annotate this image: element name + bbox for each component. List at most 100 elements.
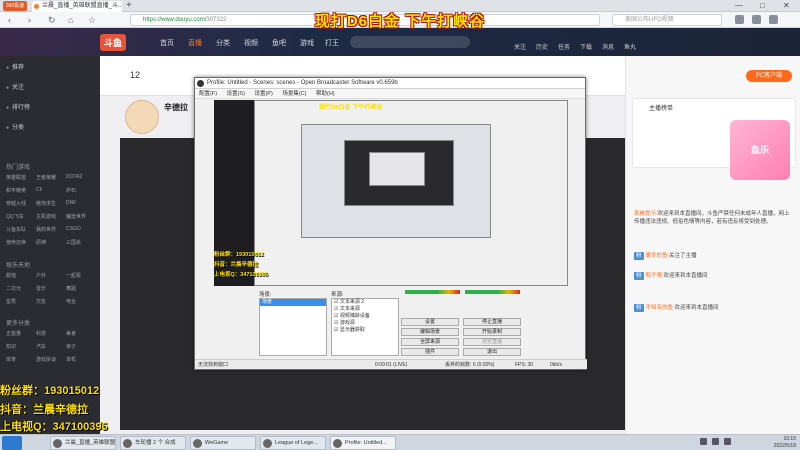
taskbar-app-browser[interactable]: 兰晨_直播_英雄联盟... (50, 436, 116, 450)
tray-network-icon[interactable] (700, 438, 707, 445)
taskbar-app-wegame[interactable]: WeGame (190, 436, 256, 450)
sidebar-ent-link[interactable]: 颜值 (6, 272, 36, 279)
task-icon[interactable]: 任务 (554, 42, 574, 51)
anchor-avatar[interactable] (125, 100, 159, 134)
fishball-icon[interactable]: 鱼丸 (620, 42, 640, 51)
sidebar-game-link[interactable]: 斗鱼车队 (6, 226, 36, 233)
sidebar-item-recommend[interactable]: 推荐 (6, 62, 24, 71)
history-icon[interactable]: 历史 (532, 42, 552, 51)
sidebar-ent-link[interactable]: 音乐 (36, 285, 66, 292)
sidebar-game-link[interactable]: 绝地求生 (36, 200, 66, 207)
url-input[interactable]: https://www.douyu.com/307322 (130, 14, 600, 26)
maximize-button[interactable]: □ (760, 0, 765, 12)
obs-edit-scene-button[interactable]: 编辑场景 (401, 328, 459, 336)
message-icon[interactable]: 消息 (598, 42, 618, 51)
sidebar-ent-link[interactable]: 一起看 (66, 272, 96, 279)
sidebar-game-link[interactable]: 使命召唤 (6, 239, 36, 246)
browser-tab[interactable]: 兰晨_直播_英雄联盟直播_斗... (32, 1, 122, 12)
source-item[interactable]: 视频捕获设备 (332, 313, 398, 320)
obs-settings-button[interactable]: 设置 (401, 318, 459, 326)
refresh-button[interactable]: ↻ (48, 14, 56, 26)
sidebar-item-follow[interactable]: 关注 (6, 82, 24, 91)
close-window-button[interactable]: ✕ (783, 0, 790, 12)
pc-client-button[interactable]: PC客户端 (746, 70, 792, 82)
scene-item[interactable]: 场景 (260, 299, 326, 306)
sidebar-game-link[interactable]: 穿越火线 (6, 200, 36, 207)
sidebar-game-link[interactable]: 英雄联盟 (6, 174, 36, 181)
obs-plugins-button[interactable]: 插件 (401, 348, 459, 356)
sidebar-ent-link[interactable]: 舞蹈 (66, 285, 96, 292)
sidebar-item-category[interactable]: 分类 (6, 122, 24, 131)
obs-start-record-button[interactable]: 开始录制 (463, 328, 521, 336)
browser-search-input[interactable]: 美国公布UFO视频 (612, 14, 722, 26)
sidebar-ent-link[interactable]: 交友 (36, 298, 66, 305)
taskbar-app-lol[interactable]: League of Lege... (260, 436, 326, 450)
taskbar-app-obs[interactable]: Profile: Untitled... (330, 436, 396, 450)
obs-preview-stream-button[interactable]: 预览直播 (463, 338, 521, 346)
download-icon[interactable]: 下载 (576, 42, 596, 51)
sources-list[interactable]: 文本来源 2 文本来源 视频捕获设备 游戏源 显示器获取 (331, 298, 399, 356)
follow-icon[interactable]: 关注 (510, 42, 530, 51)
menu-icon[interactable] (769, 15, 778, 24)
douyu-logo[interactable]: 斗鱼 (100, 34, 127, 51)
tray-clock[interactable]: 10:15 2022/5/18 (756, 436, 796, 450)
user-icon[interactable] (752, 15, 761, 24)
sidebar-more-link[interactable]: 游戏杂谈 (36, 356, 66, 363)
sidebar-ent-link[interactable]: 电台 (66, 298, 96, 305)
nav-yuba[interactable]: 鱼吧 (272, 38, 286, 48)
source-item[interactable]: 文本来源 (332, 306, 398, 313)
sidebar-game-link[interactable]: 和平精英 (6, 187, 36, 194)
sidebar-game-link[interactable]: 我的世界 (36, 226, 66, 233)
sidebar-more-link[interactable]: 单机 (66, 356, 96, 363)
bookmark-star-button[interactable]: ☆ (88, 14, 96, 26)
chat-username[interactable]: 系统提示: (634, 211, 658, 217)
nav-video[interactable]: 视频 (244, 38, 258, 48)
obs-exit-button[interactable]: 退出 (463, 348, 521, 356)
sidebar-more-link[interactable]: 科技 (36, 330, 66, 337)
tray-ime-icon[interactable] (724, 438, 731, 445)
sidebar-game-link[interactable]: 原神 (36, 239, 66, 246)
nav-category[interactable]: 分类 (216, 38, 230, 48)
tray-volume-icon[interactable] (712, 438, 719, 445)
sidebar-ent-link[interactable]: 星秀 (6, 298, 36, 305)
obs-menu-config[interactable]: 设置(P) (254, 91, 272, 97)
sidebar-more-link[interactable]: 亲子 (66, 343, 96, 350)
sidebar-game-link[interactable]: CF (36, 187, 66, 194)
sidebar-game-link[interactable]: 三国杀 (66, 239, 96, 246)
nav-king[interactable]: 打王 (325, 38, 339, 48)
taskbar-app-video[interactable]: 车轮播 2 个 合成 (120, 436, 186, 450)
sidebar-game-link[interactable]: DNF (66, 200, 96, 207)
home-button[interactable]: ⌂ (68, 14, 73, 26)
sidebar-more-link[interactable]: 美食 (66, 330, 96, 337)
sidebar-more-link[interactable]: 知识 (6, 343, 36, 350)
obs-menu-help[interactable]: 帮助(H) (316, 91, 335, 97)
nav-game[interactable]: 游戏 (300, 38, 314, 48)
sidebar-game-link[interactable]: 炉石 (66, 187, 96, 194)
sidebar-game-link[interactable]: 主机游戏 (36, 213, 66, 220)
source-item[interactable]: 文本来源 2 (332, 299, 398, 306)
sidebar-game-link[interactable]: 魔兽世界 (66, 213, 96, 220)
nav-live[interactable]: 直播 (188, 38, 202, 48)
chat-username[interactable]: 不知名的鱼: (646, 305, 675, 311)
chat-username[interactable]: 鸭子哥: (646, 273, 664, 279)
browser-logo[interactable]: 360极速 (3, 1, 27, 11)
minimize-button[interactable]: — (735, 0, 743, 12)
sidebar-item-rank[interactable]: 排行榜 (6, 102, 30, 111)
nav-home[interactable]: 首页 (160, 38, 174, 48)
sidebar-ent-link[interactable]: 二次元 (6, 285, 36, 292)
obs-menu-scenes[interactable]: 场景集(C) (282, 91, 306, 97)
start-icon[interactable] (2, 436, 22, 450)
header-search-input[interactable] (350, 36, 470, 48)
obs-menu-settings[interactable]: 设置(S) (227, 91, 245, 97)
sidebar-game-link[interactable]: QQ飞车 (6, 213, 36, 220)
back-button[interactable]: ‹ (8, 14, 11, 26)
anchor-name[interactable]: 辛德拉 (164, 102, 188, 113)
source-item[interactable]: 显示器获取 (332, 327, 398, 334)
source-item[interactable]: 游戏源 (332, 320, 398, 327)
sidebar-ent-link[interactable]: 户外 (36, 272, 66, 279)
sidebar-more-link[interactable]: 汽车 (36, 343, 66, 350)
sidebar-game-link[interactable]: 王者荣耀 (36, 174, 66, 181)
extension-icon[interactable] (735, 15, 744, 24)
promo-banner[interactable]: 鱼乐 (730, 120, 790, 180)
obs-stop-stream-button[interactable]: 停止直播 (463, 318, 521, 326)
